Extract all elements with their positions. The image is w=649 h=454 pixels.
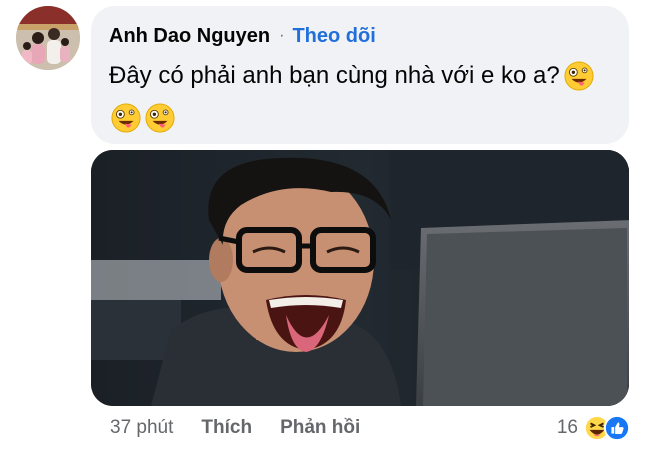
avatar-photo bbox=[16, 6, 80, 70]
author-line: Anh Dao Nguyen · Theo dõi bbox=[109, 23, 376, 49]
comment-media-image[interactable] bbox=[91, 150, 629, 406]
separator-dot: · bbox=[279, 27, 285, 44]
zany-face-emoji bbox=[564, 61, 594, 91]
like-button[interactable]: Thích bbox=[201, 417, 252, 439]
zany-face-emoji bbox=[145, 103, 175, 133]
author-name[interactable]: Anh Dao Nguyen bbox=[109, 25, 270, 48]
reaction-count: 16 bbox=[556, 417, 578, 438]
like-reaction-icon bbox=[604, 415, 630, 441]
follow-button[interactable]: Theo dõi bbox=[292, 25, 375, 48]
zany-face-emoji bbox=[111, 103, 141, 133]
comment-text: Đây có phải anh bạn cùng nhà với e ko a? bbox=[109, 62, 560, 89]
comment-text-line: Đây có phải anh bạn cùng nhà với e ko a? bbox=[109, 61, 594, 91]
author-avatar[interactable] bbox=[16, 6, 80, 70]
comment-timestamp[interactable]: 37 phút bbox=[110, 417, 173, 439]
laughing-man-image bbox=[91, 150, 629, 406]
trailing-emoji-row bbox=[111, 103, 175, 133]
reactions-summary[interactable]: 16 bbox=[557, 415, 630, 441]
reply-button[interactable]: Phản hồi bbox=[280, 417, 360, 439]
comment-bubble: Anh Dao Nguyen · Theo dõi Đây có phải an… bbox=[91, 6, 629, 144]
comment-actions: 37 phút Thích Phản hồi 16 bbox=[110, 414, 630, 442]
